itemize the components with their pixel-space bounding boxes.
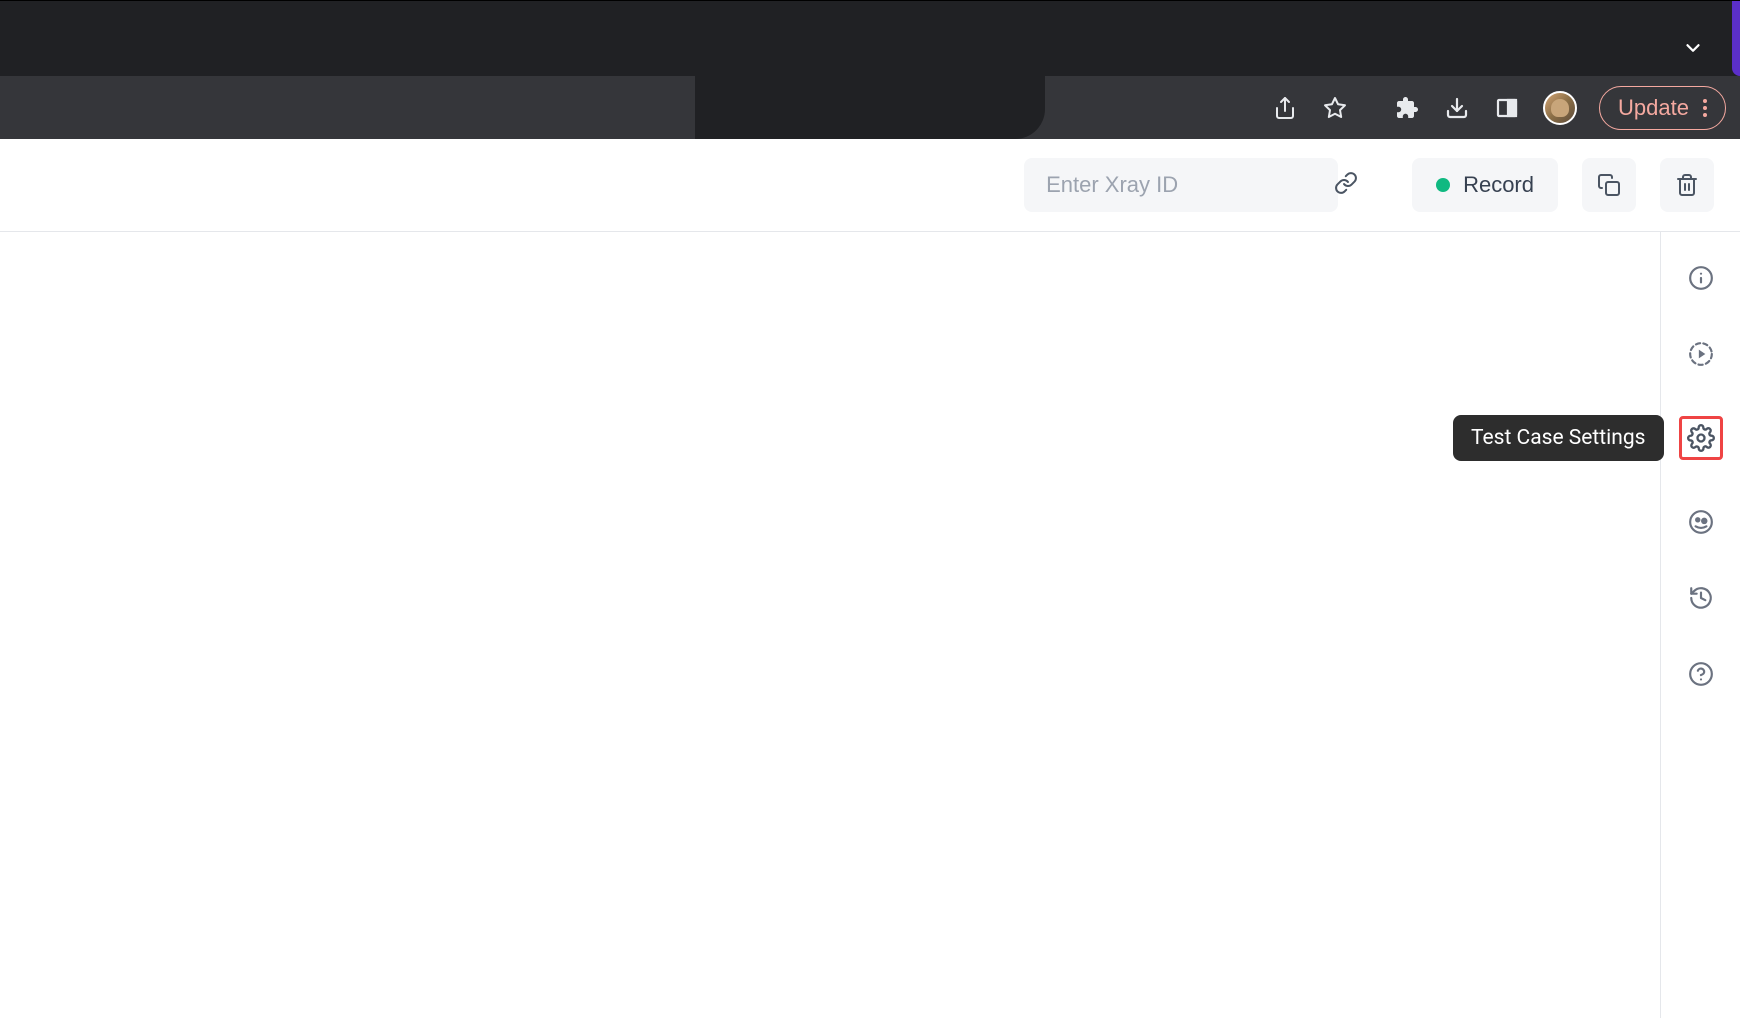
app-content: Record: [0, 139, 1740, 1018]
link-icon[interactable]: [1334, 171, 1358, 199]
share-icon[interactable]: [1271, 94, 1299, 122]
browser-toolbar: Update: [0, 76, 1740, 139]
profile-avatar[interactable]: [1543, 91, 1577, 125]
update-button[interactable]: Update: [1599, 86, 1726, 130]
xray-input-container: [1024, 158, 1338, 212]
help-icon[interactable]: [1687, 660, 1715, 688]
right-sidebar: Test Case Settings: [1660, 232, 1740, 1018]
user-circle-icon[interactable]: [1687, 508, 1715, 536]
update-label: Update: [1618, 95, 1689, 121]
settings-tooltip: Test Case Settings: [1453, 415, 1664, 461]
history-icon[interactable]: [1687, 584, 1715, 612]
info-icon[interactable]: [1687, 264, 1715, 292]
more-dots-icon: [1703, 99, 1707, 117]
window-edge: [1732, 1, 1740, 76]
extensions-icon[interactable]: [1393, 94, 1421, 122]
chevron-down-icon[interactable]: [1682, 37, 1704, 63]
xray-id-input[interactable]: [1046, 172, 1334, 198]
panel-icon[interactable]: [1493, 94, 1521, 122]
delete-button[interactable]: [1660, 158, 1714, 212]
record-indicator-icon: [1436, 178, 1450, 192]
record-label: Record: [1463, 172, 1534, 198]
app-toolbar: Record: [0, 139, 1740, 232]
settings-icon[interactable]: Test Case Settings: [1679, 416, 1723, 460]
play-dashed-icon[interactable]: [1687, 340, 1715, 368]
copy-button[interactable]: [1582, 158, 1636, 212]
download-icon[interactable]: [1443, 94, 1471, 122]
browser-chrome: Update: [0, 0, 1740, 139]
browser-tab-area: [0, 0, 1740, 76]
star-icon[interactable]: [1321, 94, 1349, 122]
record-button[interactable]: Record: [1412, 158, 1558, 212]
address-bar-end: [695, 76, 1045, 139]
